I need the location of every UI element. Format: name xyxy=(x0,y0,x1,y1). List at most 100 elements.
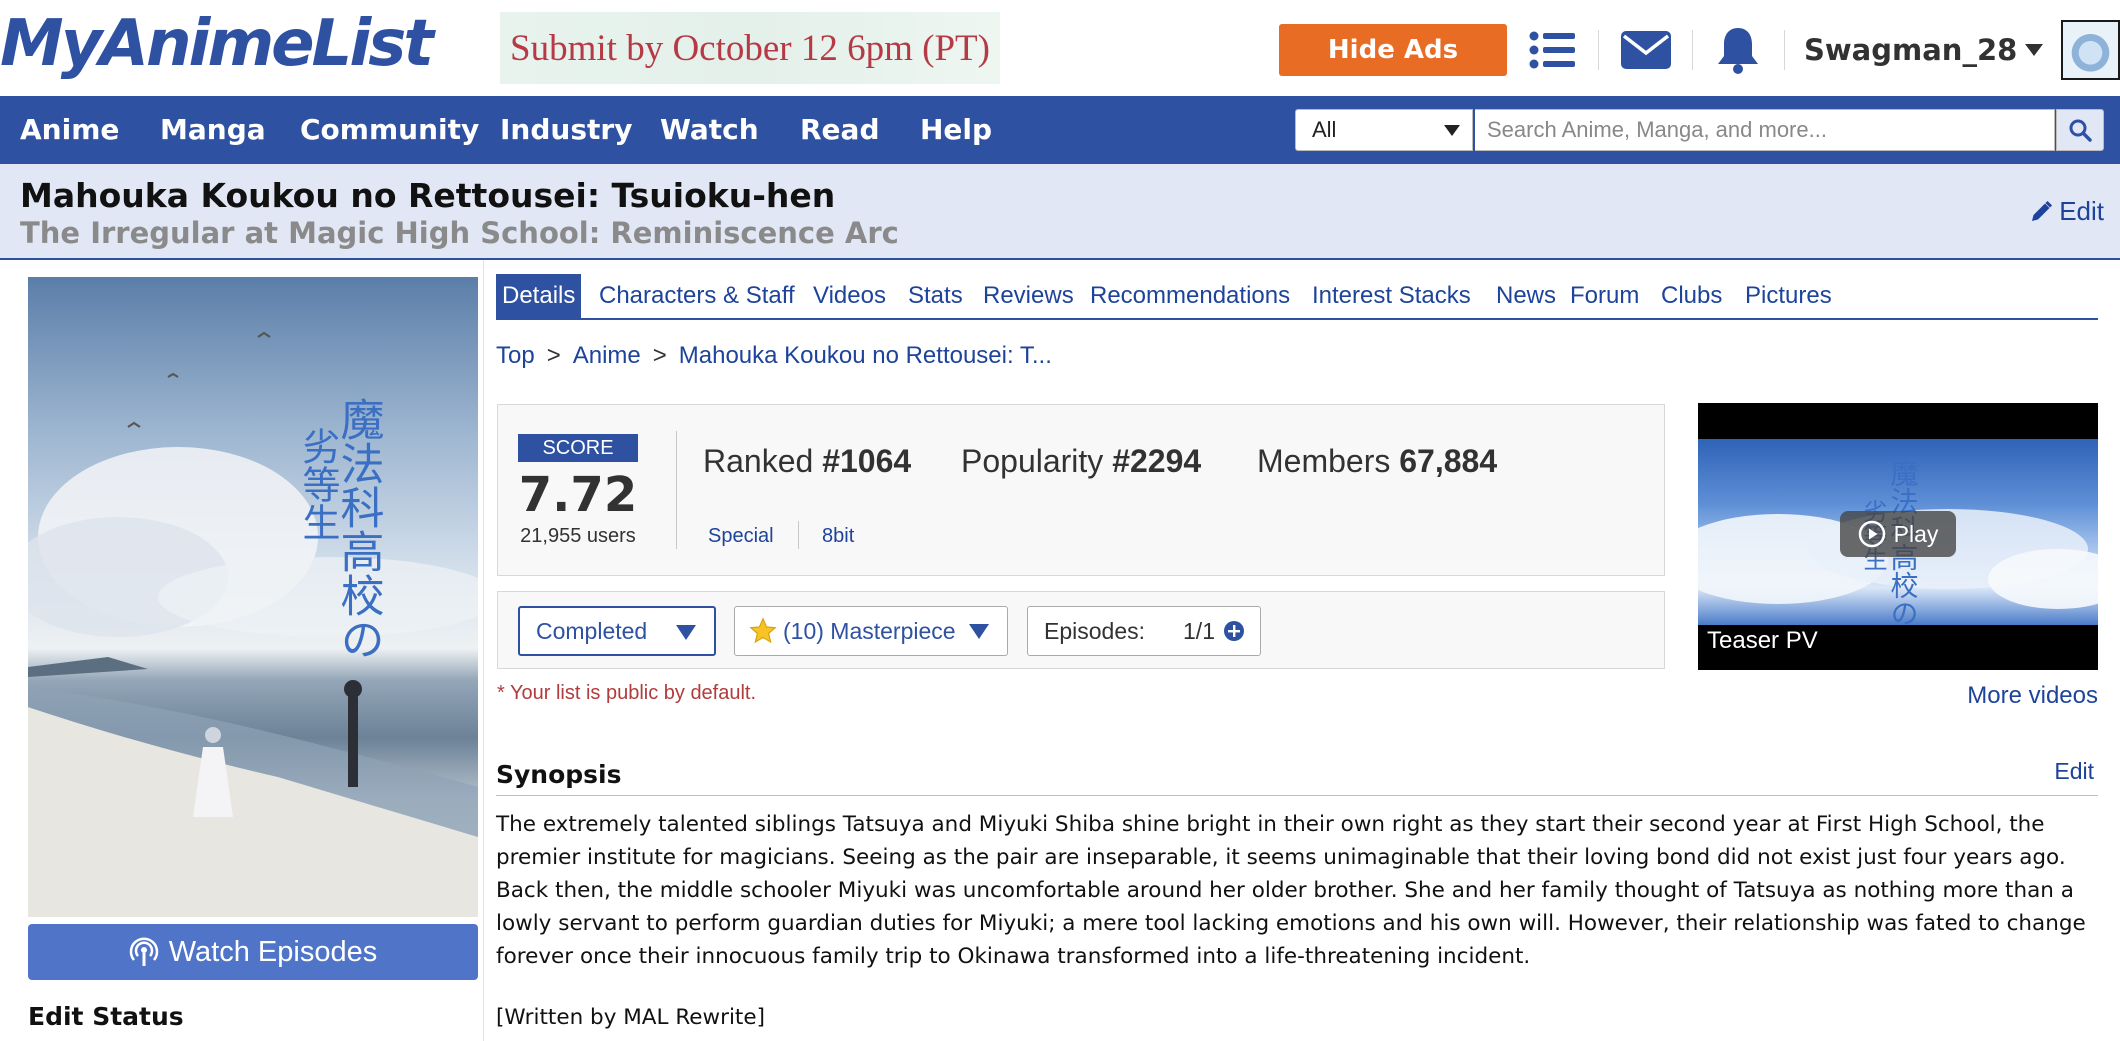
play-icon xyxy=(1858,520,1885,548)
anime-title-bar: Mahouka Koukou no Rettousei: Tsuioku-hen… xyxy=(0,164,2120,260)
svg-text:魔法科高校の: 魔法科高校の xyxy=(333,397,384,661)
members-stat[interactable]: Members 67,884 xyxy=(1257,443,1497,480)
nav-item-anime[interactable]: Anime xyxy=(20,96,119,164)
avatar[interactable] xyxy=(2061,20,2120,80)
header-divider xyxy=(1598,30,1599,70)
tab-news[interactable]: News xyxy=(1496,274,1556,318)
caret-down-icon xyxy=(2025,44,2044,56)
promo-banner[interactable]: Submit by October 12 6pm (PT) xyxy=(500,12,1000,84)
tab-interest-stacks[interactable]: Interest Stacks xyxy=(1312,274,1471,318)
episodes-label: Episodes: xyxy=(1044,617,1146,644)
synopsis-title: Synopsis xyxy=(496,760,622,789)
score-select-value: (10) Masterpiece xyxy=(783,617,956,644)
list-public-note: * Your list is public by default. xyxy=(497,682,757,704)
type-link[interactable]: Special xyxy=(708,525,774,548)
stats-divider xyxy=(676,431,677,549)
nav-item-manga[interactable]: Manga xyxy=(160,96,266,164)
bell-icon[interactable] xyxy=(1712,24,1764,76)
search-icon xyxy=(2069,119,2092,142)
tab-clubs[interactable]: Clubs xyxy=(1661,274,1722,318)
pencil-icon xyxy=(2032,200,2053,221)
synopsis-header: Synopsis Edit xyxy=(496,758,2098,796)
breadcrumb-separator: > xyxy=(652,342,667,369)
popularity-stat[interactable]: Popularity #2294 xyxy=(961,443,1201,480)
synopsis-edit-link[interactable]: Edit xyxy=(2054,758,2094,785)
star-icon xyxy=(749,617,777,644)
user-menu[interactable]: Swagman_28 xyxy=(1804,28,2044,72)
caret-down-icon xyxy=(1444,125,1460,136)
ranked-value: #1064 xyxy=(822,443,912,479)
breadcrumb-current[interactable]: Mahouka Koukou no Rettousei: T... xyxy=(679,342,1052,369)
nav-item-read[interactable]: Read xyxy=(800,96,880,164)
hide-ads-button[interactable]: Hide Ads xyxy=(1279,24,1507,76)
search-type-value: All xyxy=(1312,117,1337,142)
tab-videos[interactable]: Videos xyxy=(813,274,886,318)
mail-icon[interactable] xyxy=(1620,24,1672,76)
page-title: Mahouka Koukou no Rettousei: Tsuioku-hen xyxy=(20,176,836,215)
plus-circle-icon[interactable] xyxy=(1223,620,1245,642)
video-thumbnail[interactable]: 魔法科高校の 劣等生 Play Teaser PV xyxy=(1698,403,2098,670)
score-users: 21,955 users xyxy=(520,525,636,547)
stats-box: SCORE 7.72 21,955 users Ranked #1064 Pop… xyxy=(497,404,1665,576)
score-label: SCORE xyxy=(518,434,638,462)
episodes-field[interactable]: Episodes: 1/1 xyxy=(1027,606,1261,656)
watch-episodes-label: Watch Episodes xyxy=(168,935,378,968)
nav-item-industry[interactable]: Industry xyxy=(500,96,632,164)
video-title: Teaser PV xyxy=(1707,627,1818,654)
members-value: 67,884 xyxy=(1399,443,1498,479)
search-type-select[interactable]: All xyxy=(1295,109,1473,151)
score-select[interactable]: (10) Masterpiece xyxy=(734,606,1008,656)
tab-stats[interactable]: Stats xyxy=(908,274,963,318)
list-controls: Completed (10) Masterpiece Episodes: 1/1 xyxy=(497,591,1665,669)
studio-link[interactable]: 8bit xyxy=(822,525,854,548)
episodes-value: 1/1 xyxy=(1183,617,1215,644)
broadcast-icon xyxy=(129,937,159,966)
nav-item-community[interactable]: Community xyxy=(300,96,479,164)
list-icon[interactable] xyxy=(1526,24,1578,76)
tab-characters-staff[interactable]: Characters & Staff xyxy=(599,274,795,318)
more-videos-link[interactable]: More videos xyxy=(1967,682,2098,710)
caret-down-icon xyxy=(969,624,989,639)
popularity-label: Popularity xyxy=(961,443,1104,479)
header-divider xyxy=(1692,30,1693,70)
breadcrumb-separator: > xyxy=(546,342,561,369)
site-logo[interactable]: MyAnimeList xyxy=(0,4,434,84)
tab-recommendations[interactable]: Recommendations xyxy=(1090,274,1290,318)
breadcrumb-top[interactable]: Top xyxy=(496,342,535,369)
nav-item-help[interactable]: Help xyxy=(920,96,992,164)
search-button[interactable] xyxy=(2056,109,2104,151)
ranked-stat[interactable]: Ranked #1064 xyxy=(703,443,911,480)
search-input[interactable] xyxy=(1475,109,2055,151)
play-label: Play xyxy=(1893,520,1939,547)
status-select[interactable]: Completed xyxy=(518,606,716,656)
edit-label: Edit xyxy=(2059,196,2104,226)
breadcrumb-anime[interactable]: Anime xyxy=(573,342,641,369)
edit-title-button[interactable]: Edit xyxy=(2029,196,2104,227)
username-label: Swagman_28 xyxy=(1804,33,2018,67)
members-label: Members xyxy=(1257,443,1391,479)
synopsis-credit: [Written by MAL Rewrite] xyxy=(496,1005,765,1030)
caret-down-icon xyxy=(676,625,696,640)
header-divider xyxy=(1784,30,1785,70)
popularity-value: #2294 xyxy=(1112,443,1202,479)
breadcrumb: Top > Anime > Mahouka Koukou no Rettousei: T… xyxy=(496,342,1052,370)
score-value[interactable]: 7.72 xyxy=(518,467,638,523)
left-sidebar: 魔法科高校の 劣等生 Watch Episodes Edit Status xyxy=(0,260,484,1041)
tab-forum[interactable]: Forum xyxy=(1570,274,1639,318)
ranked-label: Ranked xyxy=(703,443,814,479)
edit-status-heading: Edit Status xyxy=(28,1002,184,1031)
sub-separator xyxy=(798,521,799,549)
site-header: MyAnimeList Submit by October 12 6pm (PT… xyxy=(0,0,2120,96)
tab-details[interactable]: Details xyxy=(496,274,582,318)
play-button[interactable]: Play xyxy=(1840,511,1956,557)
nav-item-watch[interactable]: Watch xyxy=(660,96,759,164)
svg-text:劣等生: 劣等生 xyxy=(296,427,340,541)
english-title: The Irregular at Magic High School: Remi… xyxy=(20,216,899,250)
status-value: Completed xyxy=(536,617,648,644)
tab-reviews[interactable]: Reviews xyxy=(983,274,1074,318)
anime-poster[interactable]: 魔法科高校の 劣等生 xyxy=(28,277,478,917)
watch-episodes-button[interactable]: Watch Episodes xyxy=(28,924,478,980)
tab-pictures[interactable]: Pictures xyxy=(1745,274,1832,318)
detail-tabs: Details Characters & Staff Videos Stats … xyxy=(496,274,2098,320)
synopsis-text: The extremely talented siblings Tatsuya … xyxy=(496,812,2086,969)
